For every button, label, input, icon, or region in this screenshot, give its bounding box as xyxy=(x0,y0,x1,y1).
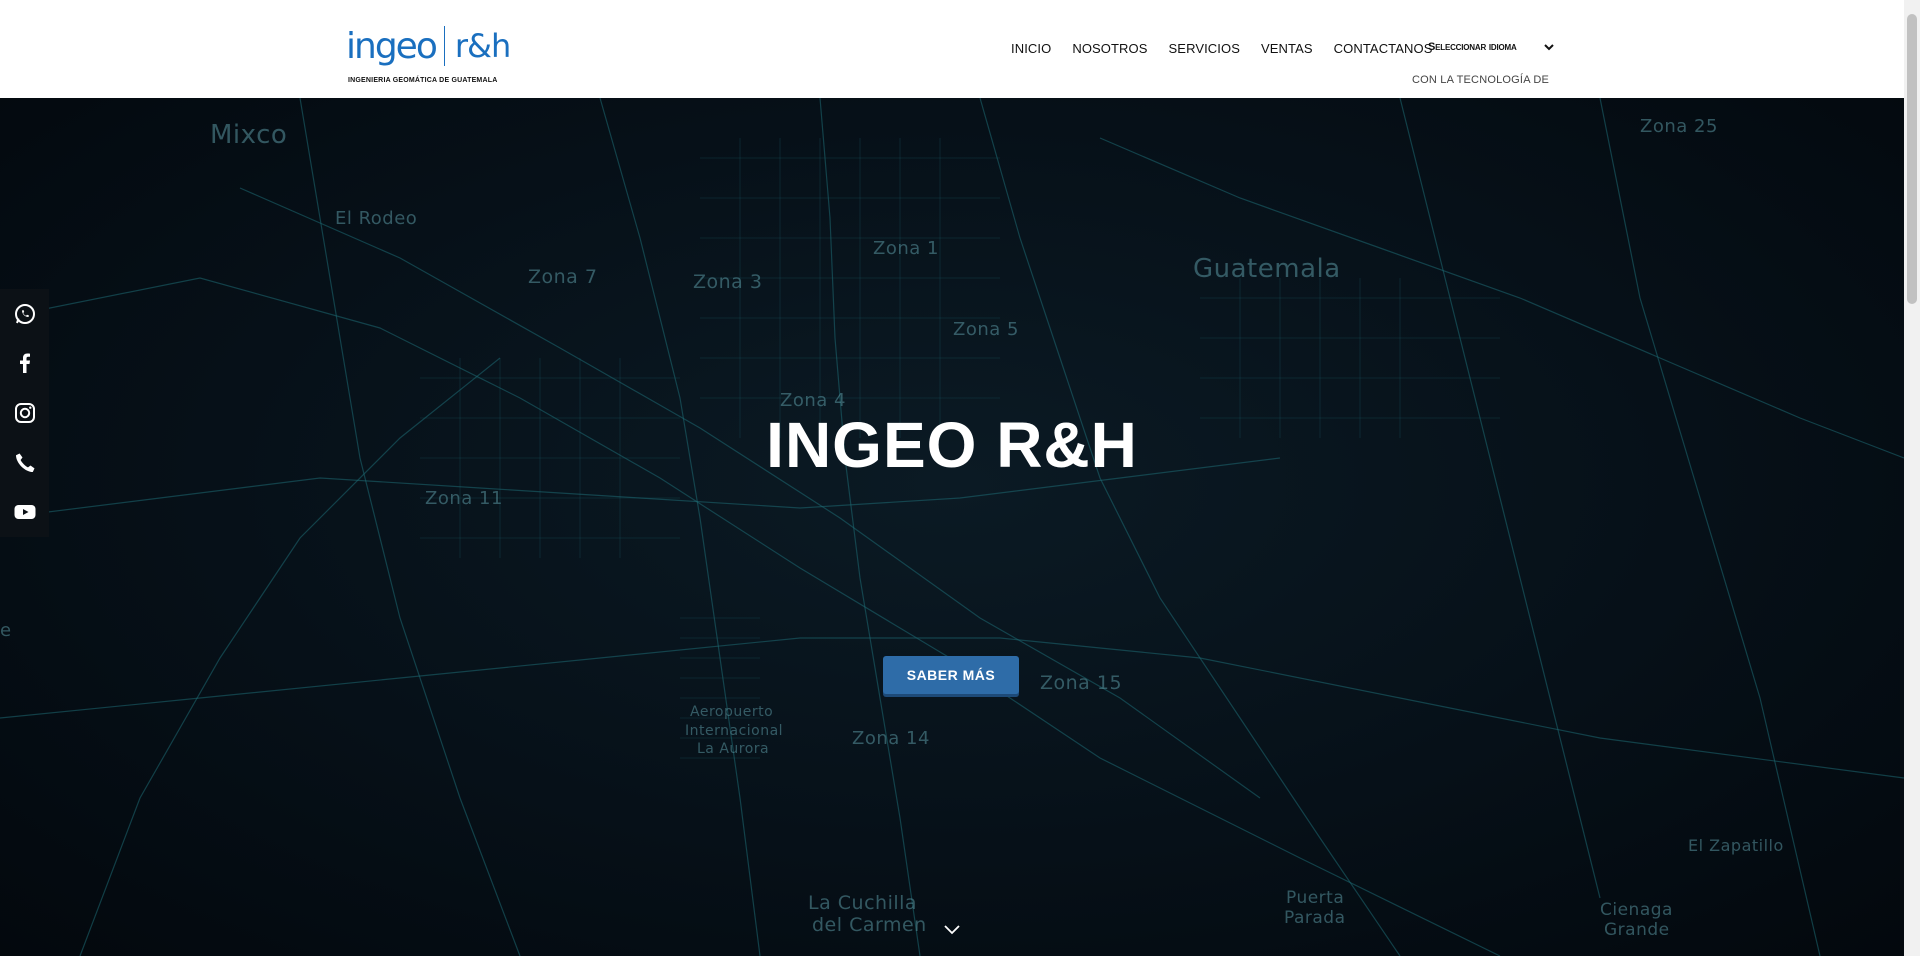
map-label: Parada xyxy=(1284,908,1346,928)
language-select-value: Seleccionar idioma xyxy=(1428,41,1517,53)
site-header: ingeo r&h INGENIERIA GEOMÁTICA DE GUATEM… xyxy=(0,0,1904,98)
hero-title: INGEO R&H xyxy=(766,409,1138,481)
logo-mark: ingeo r&h xyxy=(346,25,511,67)
map-label: Zona 7 xyxy=(528,266,598,288)
map-label: Zona 15 xyxy=(1040,672,1123,694)
whatsapp-link[interactable] xyxy=(0,289,49,339)
instagram-link[interactable] xyxy=(0,388,49,438)
map-label: El Zapatillo xyxy=(1688,836,1784,855)
map-label: La Cuchilla xyxy=(808,892,918,914)
language-select[interactable]: Seleccionar idioma xyxy=(1428,40,1556,54)
logo-brand-right: r&h xyxy=(454,27,511,65)
scrollbar-thumb[interactable] xyxy=(1907,14,1917,304)
map-label: Zona 3 xyxy=(693,271,763,293)
map-label: El Rodeo xyxy=(335,208,418,229)
logo[interactable]: ingeo r&h INGENIERIA GEOMÁTICA DE GUATEM… xyxy=(346,22,511,88)
chevron-down-icon xyxy=(1544,44,1554,51)
chevron-down-icon[interactable] xyxy=(943,922,961,936)
main-nav: INICIO NOSOTROS SERVICIOS VENTAS CONTACT… xyxy=(1011,41,1454,56)
saber-mas-button[interactable]: SABER MÁS xyxy=(883,656,1019,694)
nav-item-ventas[interactable]: VENTAS xyxy=(1261,41,1313,56)
map-background xyxy=(0,98,1904,956)
phone-icon xyxy=(15,453,34,472)
map-label: Zona 5 xyxy=(953,319,1019,340)
map-label: Zona 14 xyxy=(852,728,930,749)
nav-item-nosotros[interactable]: NOSOTROS xyxy=(1072,41,1147,56)
tech-label: CON LA TECNOLOGÍA DE xyxy=(1412,74,1550,86)
youtube-icon xyxy=(14,505,35,520)
map-label: del Carmen xyxy=(812,914,927,936)
logo-divider xyxy=(443,26,445,66)
map-label: La Aurora xyxy=(697,741,770,757)
logo-brand-left: ingeo xyxy=(346,25,438,67)
nav-item-contactanos[interactable]: CONTACTANOS xyxy=(1334,41,1433,56)
facebook-link[interactable] xyxy=(0,339,49,389)
map-label: Mixco xyxy=(210,120,288,150)
map-label: Aeropuerto xyxy=(690,704,774,720)
map-label: Zona 1 xyxy=(873,238,939,259)
map-label: Grande xyxy=(1604,920,1670,940)
social-bar xyxy=(0,289,49,537)
nav-item-servicios[interactable]: SERVICIOS xyxy=(1169,41,1240,56)
map-label: Internacional xyxy=(685,723,784,739)
map-label: e xyxy=(0,620,12,641)
map-label: Zona 11 xyxy=(425,488,503,509)
logo-tagline: INGENIERIA GEOMÁTICA DE GUATEMALA xyxy=(348,77,498,84)
phone-link[interactable] xyxy=(0,438,49,488)
facebook-icon xyxy=(19,353,30,374)
page: ingeo r&h INGENIERIA GEOMÁTICA DE GUATEM… xyxy=(0,0,1920,956)
hero-section: Mixco El Rodeo Zona 7 Zona 3 Zona 1 Zona… xyxy=(0,98,1904,956)
map-label: Puerta xyxy=(1286,888,1345,908)
map-label: Cienaga xyxy=(1600,900,1673,920)
map-label: Zona 25 xyxy=(1640,116,1718,137)
nav-item-inicio[interactable]: INICIO xyxy=(1011,41,1051,56)
instagram-icon xyxy=(14,402,35,423)
whatsapp-icon xyxy=(14,303,35,324)
page-scrollbar[interactable] xyxy=(1904,0,1920,956)
youtube-link[interactable] xyxy=(0,487,49,537)
map-label: Guatemala xyxy=(1193,254,1341,284)
